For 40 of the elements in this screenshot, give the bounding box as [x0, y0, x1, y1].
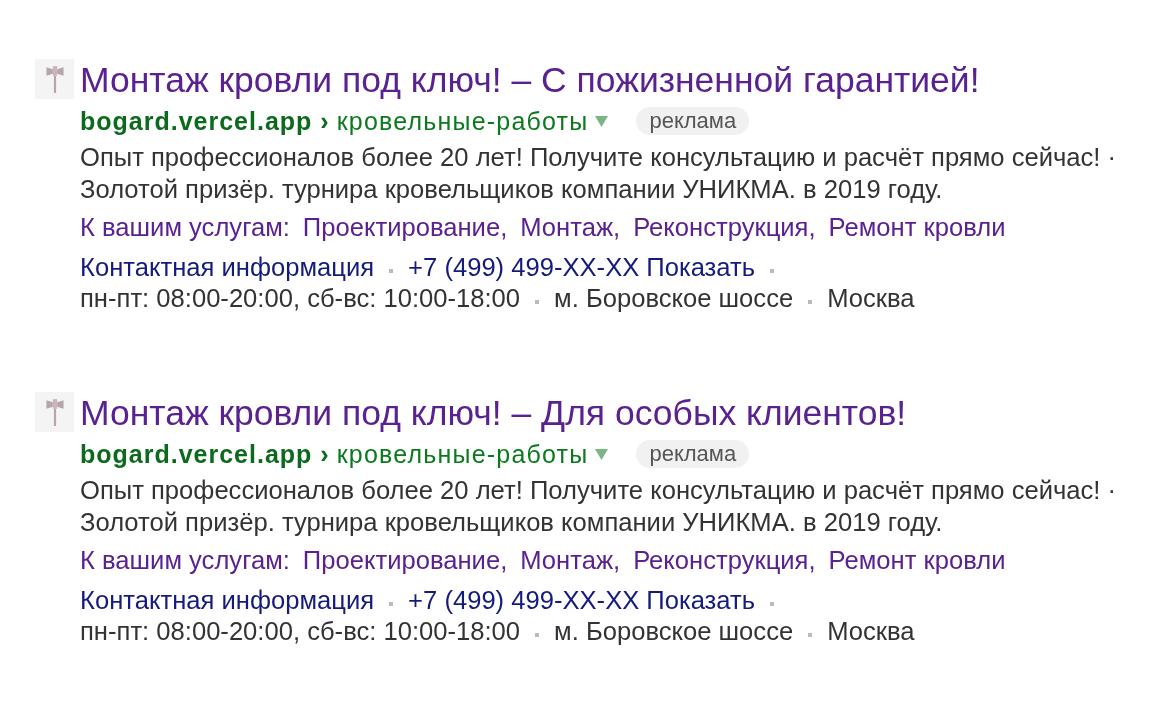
ad-description: Опыт профессионалов более 20 лет! Получите консультацию и расчёт прямо сейчас! · — [80, 142, 1118, 173]
site-favicon-icon — [35, 392, 74, 432]
domain-link[interactable]: bogard.vercel.app — [80, 106, 313, 136]
sitelink[interactable]: Реконструкция, — [633, 544, 816, 576]
path-link[interactable]: кровельные-работы — [336, 106, 589, 136]
ad-title-link[interactable]: Монтаж кровли под ключ! – Для особых клиентов! — [80, 392, 1150, 434]
phone-number: +7 (499) 499-XX-XX — [408, 252, 640, 282]
business-detail: пн-пт: 08:00-20:00, сб-вс: 10:00-18:00 — [80, 284, 521, 312]
breadcrumb-separator: › — [320, 106, 329, 136]
breadcrumb-separator: › — [320, 439, 329, 469]
sitelink[interactable]: Монтаж, — [520, 211, 621, 243]
business-detail: м. Боровское шоссе — [554, 284, 794, 312]
business-detail: Москва — [827, 617, 915, 645]
business-detail: Москва — [827, 284, 915, 312]
business-detail: пн-пт: 08:00-20:00, сб-вс: 10:00-18:00 — [80, 617, 521, 645]
dropdown-caret-icon[interactable] — [595, 448, 609, 460]
contact-info-link[interactable]: Контактная информация — [80, 252, 375, 282]
show-phone-link[interactable]: Показать — [646, 585, 756, 615]
sitelink[interactable]: Ремонт кровли — [828, 211, 1006, 243]
ad-description: Золотой призёр. турнира кровельщиков компании УНИКМА. в 2019 году. — [80, 174, 944, 205]
domain-link[interactable]: bogard.vercel.app — [80, 439, 313, 469]
sitelinks-label: К вашим услугам: — [80, 212, 290, 243]
ad-label: реклама — [636, 440, 750, 468]
sitelink[interactable]: Реконструкция, — [633, 211, 816, 243]
sitelinks-label: К вашим услугам: — [80, 545, 290, 576]
dropdown-caret-icon[interactable] — [595, 115, 609, 127]
ad-description: Золотой призёр. турнира кровельщиков компании УНИКМА. в 2019 году. — [80, 507, 944, 538]
ad-title-link[interactable]: Монтаж кровли под ключ! – С пожизненной гарантией! — [80, 59, 1150, 101]
sitelink[interactable]: Монтаж, — [520, 544, 621, 576]
contact-info-link[interactable]: Контактная информация — [80, 585, 375, 615]
business-detail: м. Боровское шоссе — [554, 617, 794, 645]
ad-description: Опыт профессионалов более 20 лет! Получите консультацию и расчёт прямо сейчас! · — [80, 475, 1118, 506]
sitelink[interactable]: Проектирование, — [302, 544, 508, 576]
sitelink[interactable]: Ремонт кровли — [828, 544, 1006, 576]
show-phone-link[interactable]: Показать — [646, 252, 756, 282]
sitelink[interactable]: Проектирование, — [302, 211, 508, 243]
site-favicon-icon — [35, 59, 74, 99]
ad-label: реклама — [636, 107, 750, 135]
phone-number: +7 (499) 499-XX-XX — [408, 585, 640, 615]
path-link[interactable]: кровельные-работы — [336, 439, 589, 469]
